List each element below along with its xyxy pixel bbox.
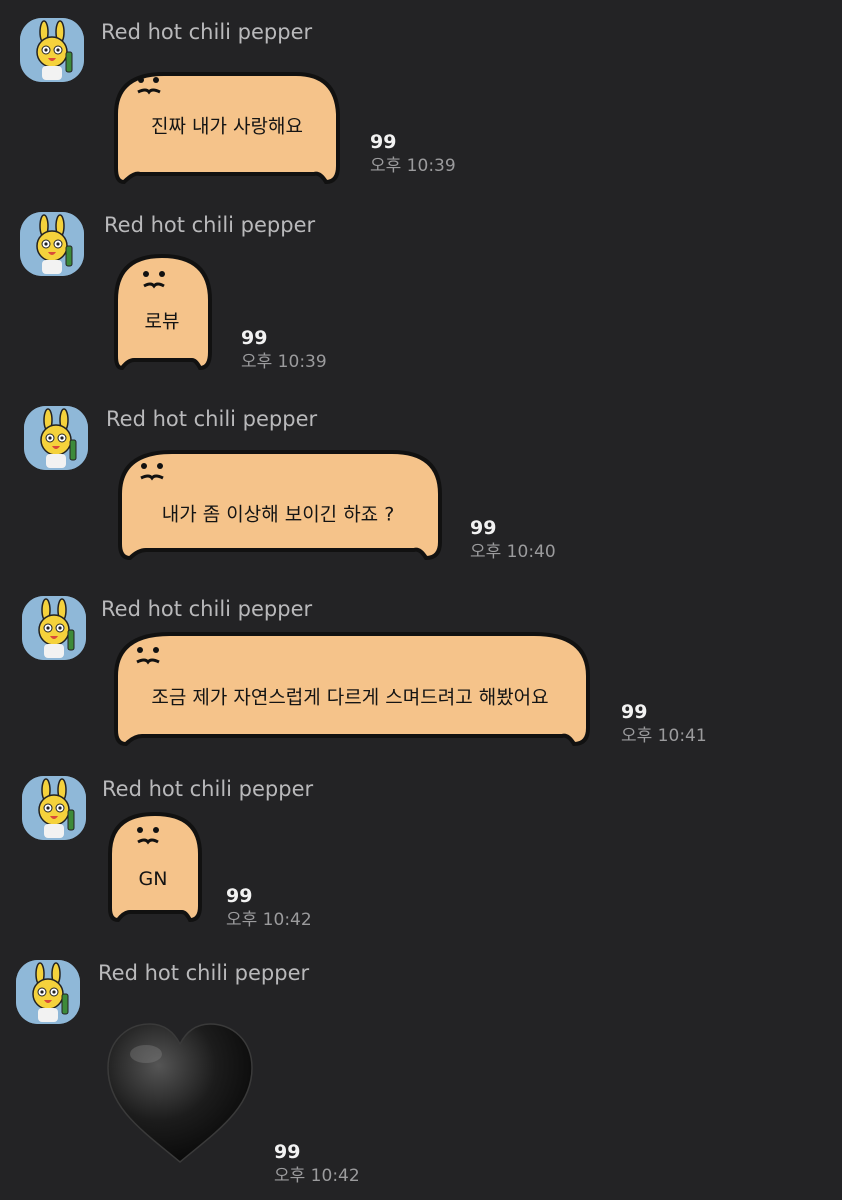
unread-count: 99 (241, 327, 268, 349)
message-meta: 99 오후 10:41 (621, 700, 707, 748)
message-meta: 99 오후 10:42 (226, 884, 312, 932)
black-heart-icon (107, 1023, 253, 1163)
unread-count: 99 (370, 131, 397, 153)
sender-name: Red hot chili pepper (102, 777, 314, 801)
unread-count: 99 (274, 1141, 301, 1163)
emoticon-bubble[interactable]: GN (102, 810, 208, 928)
sender-name: Red hot chili pepper (104, 213, 316, 237)
sender-name: Red hot chili pepper (101, 20, 313, 44)
unread-count: 99 (226, 885, 253, 907)
black-heart-sticker[interactable] (104, 1020, 256, 1168)
avatar[interactable] (20, 212, 84, 276)
rabbit-avatar-icon (22, 776, 86, 840)
unread-count: 99 (621, 701, 648, 723)
timestamp: 오후 10:39 (370, 156, 456, 176)
rabbit-avatar-icon (24, 406, 88, 470)
timestamp: 오후 10:41 (621, 726, 707, 746)
emoticon-bubble[interactable]: 로뷰 (106, 252, 218, 376)
message-meta: 99 오후 10:40 (470, 516, 556, 564)
avatar[interactable] (22, 596, 86, 660)
bubble-text: 조금 제가 자연스럽게 다르게 스며드려고 해봤어요 (151, 686, 549, 709)
timestamp: 오후 10:39 (241, 352, 327, 372)
timestamp: 오후 10:40 (470, 542, 556, 562)
rabbit-avatar-icon (22, 596, 86, 660)
message-meta: 99 오후 10:39 (241, 326, 327, 374)
sender-name: Red hot chili pepper (106, 407, 318, 431)
sender-name: Red hot chili pepper (101, 597, 313, 621)
emoticon-bubble[interactable]: 내가 좀 이상해 보이긴 하죠 ? (108, 446, 448, 566)
timestamp: 오후 10:42 (226, 910, 312, 930)
avatar[interactable] (16, 960, 80, 1024)
bubble-text: 로뷰 (144, 310, 180, 333)
bubble-text: 진짜 내가 사랑해요 (151, 115, 303, 138)
rabbit-avatar-icon (20, 212, 84, 276)
timestamp: 오후 10:42 (274, 1166, 360, 1186)
message-meta: 99 오후 10:42 (274, 1140, 360, 1188)
bubble-text: 내가 좀 이상해 보이긴 하죠 ? (161, 503, 395, 526)
avatar[interactable] (20, 18, 84, 82)
emoticon-bubble[interactable]: 조금 제가 자연스럽게 다르게 스며드려고 해봤어요 (104, 630, 596, 754)
emoticon-bubble[interactable]: 진짜 내가 사랑해요 (106, 62, 346, 190)
rabbit-avatar-icon (20, 18, 84, 82)
unread-count: 99 (470, 517, 497, 539)
message-meta: 99 오후 10:39 (370, 130, 456, 178)
avatar[interactable] (24, 406, 88, 470)
bubble-text: GN (138, 868, 168, 890)
rabbit-avatar-icon (16, 960, 80, 1024)
avatar[interactable] (22, 776, 86, 840)
sender-name: Red hot chili pepper (98, 961, 310, 985)
